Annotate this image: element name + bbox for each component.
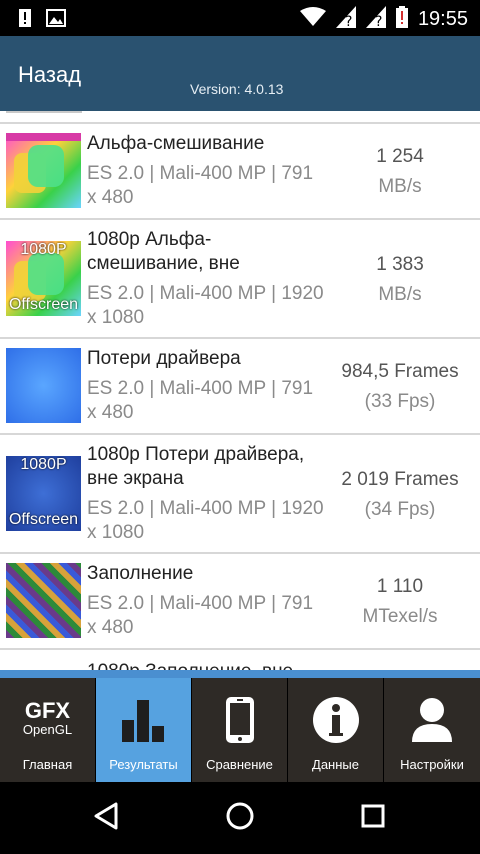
test-title: Заполнение [87,563,194,584]
test-value: 1 254 [376,146,424,167]
test-title: 1080p Альфа-смешивание, вне [87,229,240,274]
back-triangle-icon [93,802,119,835]
svg-text:?: ? [375,14,382,28]
tab-label: Сравнение [206,757,273,772]
nav-back-button[interactable] [84,796,128,840]
info-icon [288,696,383,744]
status-time: 19:55 [417,8,468,30]
test-value: 1 383 [376,254,424,275]
test-title: Потери драйвера [87,348,241,369]
test-unit: (33 Fps) [364,391,436,412]
gfx-logo-icon: GFX OpenGL [0,700,95,738]
tab-label: Главная [22,757,73,772]
test-title: Альфа-смешивание [87,133,265,154]
test-title: 1080p Потери драйвера, вне экрана [87,444,305,489]
thumb-resolution-label: 1080P [20,456,67,473]
signal-unknown-icon: ? [335,6,356,33]
nav-recents-button[interactable] [351,796,395,840]
test-unit: MB/s [378,176,422,197]
result-row-driver-overhead[interactable]: Потери драйвера ES 2.0 | Mali-400 MP | 7… [0,339,480,433]
tab-label: Результаты [109,757,178,772]
tab-results[interactable]: Результаты [96,678,192,782]
version-label: Version: 4.0.13 [190,81,284,97]
test-subtitle: ES 2.0 | Mali-400 MP | 1920 x 1080 [87,498,324,543]
svg-text:?: ? [345,14,352,28]
test-value: 984,5 Frames [341,361,459,382]
home-circle-icon [226,802,254,835]
person-icon [384,696,480,744]
result-row-fill-rate[interactable]: Заполнение ES 2.0 | Mali-400 MP | 791 x … [0,554,480,648]
test-value: 2 019 Frames [341,469,459,490]
app-header: Назад Version: 4.0.13 [0,36,480,111]
tab-label: Данные [312,757,359,772]
alert-notification-icon [18,8,32,33]
battery-low-icon [395,6,408,33]
bar-chart-icon [96,696,191,744]
tab-compare[interactable]: Сравнение [192,678,288,782]
test-subtitle: ES 2.0 | Mali-400 MP | 791 x 480 [87,378,314,423]
wifi-icon [299,7,326,32]
divider [0,648,480,650]
thumb-resolution-label: 1080P [20,241,67,258]
test-value: 1 110 [376,576,424,597]
tab-settings[interactable]: Настройки [384,678,480,782]
driver-overhead-thumbnail [6,348,81,423]
tab-data[interactable]: Данные [288,678,384,782]
gfx-logo-text: GFX [24,698,71,723]
tab-bar-accent-line [0,670,480,678]
fill-rate-thumbnail [6,563,81,638]
driver-overhead-offscreen-thumbnail: 1080P Offscreen [6,456,81,531]
test-unit: (34 Fps) [364,499,436,520]
tab-home[interactable]: GFX OpenGL Главная [0,678,96,782]
results-list[interactable]: Альфа-смешивание ES 2.0 | Mali-400 MP | … [0,111,480,670]
phone-icon [192,696,287,744]
alpha-blending-thumbnail [6,133,81,208]
recents-square-icon [361,804,385,833]
result-row-1080p-alpha-blending-offscreen[interactable]: 1080P Offscreen 1080p Альфа-смешивание, … [0,220,480,337]
tab-label: Настройки [400,757,464,772]
nav-home-button[interactable] [218,796,262,840]
test-subtitle: ES 2.0 | Mali-400 MP | 791 x 480 [87,593,314,638]
alpha-blending-offscreen-thumbnail: 1080P Offscreen [6,241,81,316]
result-row-alpha-blending[interactable]: Альфа-смешивание ES 2.0 | Mali-400 MP | … [0,124,480,218]
test-subtitle: ES 2.0 | Mali-400 MP | 1920 x 1080 [87,283,324,328]
gfx-logo-subtext: OpenGL [22,722,73,737]
system-nav-bar [0,782,480,854]
next-item-peek: 1080p Заполнение, вне [87,661,293,670]
signal-unknown-icon: ? [365,6,386,33]
test-unit: MB/s [378,284,422,305]
result-row-1080p-driver-overhead-offscreen[interactable]: 1080P Offscreen 1080p Потери драйвера, в… [0,435,480,552]
thumb-offscreen-label: Offscreen [8,296,79,313]
image-notification-icon [46,9,66,32]
status-bar: ? ? 19:55 [0,0,480,36]
previous-item-edge [6,111,82,113]
test-unit: MTexel/s [362,606,438,627]
thumb-offscreen-label: Offscreen [8,511,79,528]
back-button[interactable]: Назад [18,62,81,88]
test-subtitle: ES 2.0 | Mali-400 MP | 791 x 480 [87,163,314,208]
